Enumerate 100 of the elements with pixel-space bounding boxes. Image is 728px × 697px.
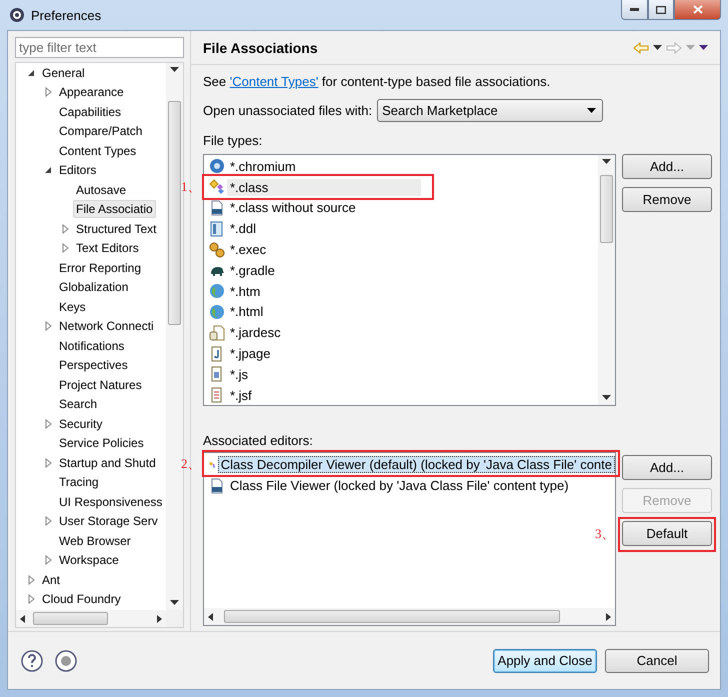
open-with-dropdown[interactable]: Search Marketplace xyxy=(377,99,604,122)
help-icon[interactable] xyxy=(21,650,43,672)
tree-item[interactable]: Ant xyxy=(39,570,64,589)
file-type-item[interactable]: *.class xyxy=(227,178,421,196)
file-type-item[interactable]: *.gradle xyxy=(227,262,278,279)
tree-item[interactable]: File Associatio xyxy=(73,200,156,218)
expand-arrow-icon[interactable] xyxy=(43,87,53,98)
page-title: File Associations xyxy=(203,40,318,56)
file-type-item[interactable]: *.class without source xyxy=(227,199,359,216)
minimize-button[interactable] xyxy=(621,0,648,20)
tree-item[interactable]: Keys xyxy=(56,298,89,316)
scroll-down-icon[interactable] xyxy=(602,395,611,401)
history-caret-icon[interactable] xyxy=(653,44,662,50)
tree-item[interactable]: Tracing xyxy=(56,473,102,492)
tree-item[interactable]: Web Browser xyxy=(56,532,134,550)
file-type-item[interactable]: *.jsf xyxy=(227,386,255,404)
tree-item[interactable]: Capabilities xyxy=(56,102,124,121)
callout-number: 2、 xyxy=(181,455,200,473)
globe-icon xyxy=(209,304,225,320)
tree-item[interactable]: Editors xyxy=(56,161,100,180)
tree-item[interactable]: Perspectives xyxy=(56,356,131,374)
window-title: Preferences xyxy=(31,8,102,22)
tree-item[interactable]: Appearance xyxy=(56,83,127,102)
editor-item[interactable]: Class Decompiler Viewer (default) (locked by 'Java Class File' conte xyxy=(218,456,615,473)
tree-item[interactable]: Text Editors xyxy=(73,239,142,258)
associated-editors-label: Associated editors: xyxy=(203,433,314,448)
scroll-down-icon[interactable] xyxy=(170,600,179,606)
vertical-scrollbar[interactable] xyxy=(166,63,183,610)
scroll-up-icon[interactable] xyxy=(170,67,179,73)
tree-item[interactable]: Autosave xyxy=(73,180,130,199)
close-button[interactable] xyxy=(674,0,721,20)
content-types-link[interactable]: 'Content Types' xyxy=(230,74,318,89)
scroll-right-icon[interactable] xyxy=(606,612,611,620)
tree-item[interactable]: Structured Text xyxy=(73,220,160,238)
tree-item[interactable]: Error Reporting xyxy=(56,258,144,277)
editor-button[interactable]: Default xyxy=(622,521,712,546)
horizontal-scrollbar[interactable] xyxy=(16,610,166,627)
file-type-item[interactable]: *.html xyxy=(227,303,266,320)
expand-arrow-icon[interactable] xyxy=(60,243,70,254)
scrollbar-thumb[interactable] xyxy=(600,175,613,243)
tree-item[interactable]: General xyxy=(39,64,88,82)
file-type-item[interactable]: *.jardesc xyxy=(227,324,284,342)
expand-arrow-icon[interactable] xyxy=(43,321,53,332)
expand-arrow-icon[interactable] xyxy=(43,458,53,468)
dialog-button[interactable]: Cancel xyxy=(605,648,709,672)
file-type-button[interactable]: Remove xyxy=(622,187,712,212)
callout-number: 3、 xyxy=(595,525,614,543)
scrollbar-thumb[interactable] xyxy=(224,610,560,623)
tree-item[interactable]: Security xyxy=(56,414,106,433)
expand-arrow-icon[interactable] xyxy=(26,594,36,604)
collapse-arrow-icon[interactable] xyxy=(26,68,36,78)
file-type-button[interactable]: Add... xyxy=(622,154,712,179)
tree-item[interactable]: Notifications xyxy=(56,336,128,355)
jar-file-icon xyxy=(209,324,225,341)
expand-arrow-icon[interactable] xyxy=(43,418,53,429)
view-menu-icon[interactable] xyxy=(699,44,708,50)
gears-icon xyxy=(209,242,225,258)
tree-item[interactable]: Workspace xyxy=(56,551,122,570)
tree-item[interactable]: Startup and Shutd xyxy=(56,454,159,472)
tree-item[interactable]: Globalization xyxy=(56,278,132,296)
scroll-left-icon[interactable] xyxy=(20,614,25,622)
file-type-item[interactable]: *.ddl xyxy=(227,220,260,238)
scrollbar-corner xyxy=(166,610,183,627)
scrollbar-thumb[interactable] xyxy=(168,101,181,325)
record-icon[interactable] xyxy=(55,650,77,672)
expand-arrow-icon[interactable] xyxy=(26,574,36,585)
expand-arrow-icon[interactable] xyxy=(43,516,53,526)
collapse-arrow-icon[interactable] xyxy=(43,165,53,176)
tree-item[interactable]: Project Natures xyxy=(56,376,145,394)
scroll-right-icon[interactable] xyxy=(157,614,162,622)
file-type-item[interactable]: *.exec xyxy=(227,241,270,258)
horizontal-scrollbar[interactable] xyxy=(204,608,615,625)
tree-item[interactable]: Cloud Foundry xyxy=(39,590,124,608)
scrollbar-thumb[interactable] xyxy=(33,612,108,625)
filter-field[interactable]: type filter text xyxy=(15,37,184,58)
tree-item[interactable]: Content Types xyxy=(56,142,140,160)
close-icon xyxy=(692,5,702,14)
tree-item[interactable]: Service Policies xyxy=(56,434,147,452)
browser-icon xyxy=(209,158,225,174)
file-type-item[interactable]: *.htm xyxy=(227,282,264,300)
intro-text: See 'Content Types' for content-type based file associations. xyxy=(203,74,552,89)
file-type-item[interactable]: *.jpage xyxy=(227,345,274,362)
file-type-item[interactable]: *.js xyxy=(227,366,252,383)
file-type-item[interactable]: *.chromium xyxy=(227,158,299,175)
tree-item[interactable]: Compare/Patch xyxy=(56,122,146,140)
expand-arrow-icon[interactable] xyxy=(43,555,53,566)
editor-button[interactable]: Add... xyxy=(622,455,712,480)
class-file-icon xyxy=(209,179,225,196)
scroll-up-icon[interactable] xyxy=(602,159,611,165)
tree-item[interactable]: User Storage Serv xyxy=(56,512,161,530)
editor-item[interactable]: Class File Viewer (locked by 'Java Class File' content type) xyxy=(227,477,572,494)
tree-item[interactable]: Search xyxy=(56,395,100,414)
expand-arrow-icon[interactable] xyxy=(60,224,70,234)
maximize-button[interactable] xyxy=(648,0,674,20)
dropdown-caret-icon[interactable] xyxy=(587,108,596,114)
dialog-button[interactable]: Apply and Close xyxy=(493,648,597,672)
vertical-scrollbar[interactable] xyxy=(598,155,615,405)
scroll-left-icon[interactable] xyxy=(208,612,213,620)
tree-item[interactable]: Network Connecti xyxy=(56,317,157,336)
tree-item[interactable]: UI Responsiveness xyxy=(56,492,166,511)
